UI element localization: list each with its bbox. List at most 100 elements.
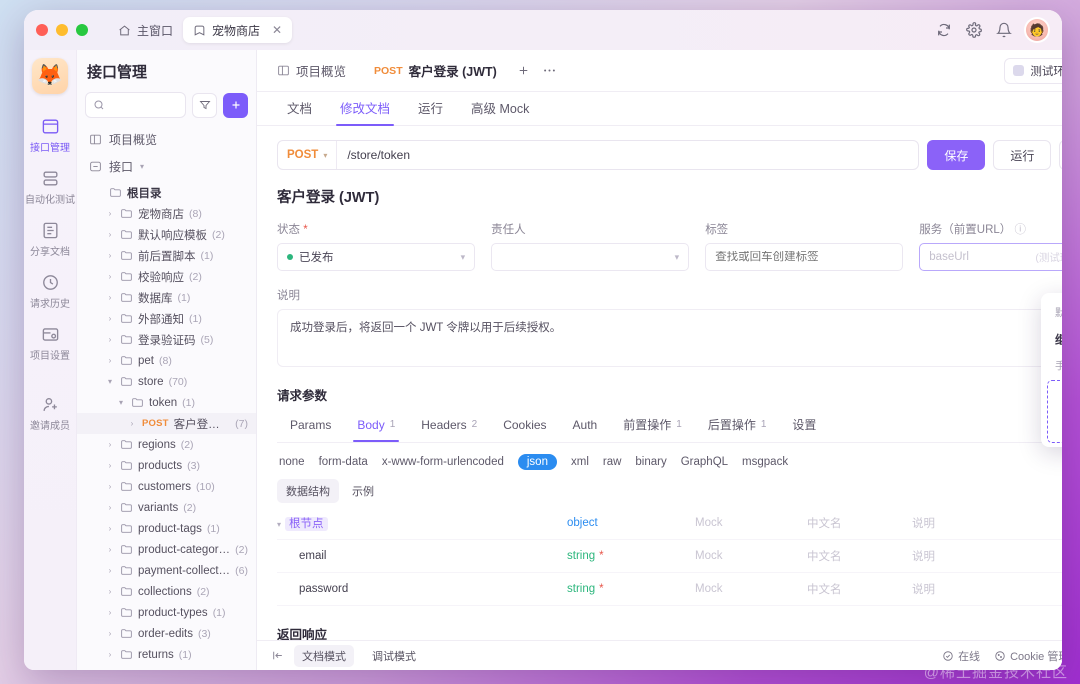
tree-node[interactable]: ›return-reasons(2) bbox=[77, 665, 256, 671]
gear-icon[interactable] bbox=[966, 22, 982, 38]
cookie-manager[interactable]: Cookie 管理 bbox=[994, 648, 1062, 664]
doc-tab-overview[interactable]: 项目概览 bbox=[263, 50, 360, 92]
sidebar-link-api[interactable]: 接口 ▾ bbox=[77, 153, 256, 180]
dropdown-item[interactable]: baseUrl（测试环境） bbox=[1048, 412, 1062, 440]
cell-description[interactable]: 说明 bbox=[912, 572, 1058, 606]
refresh-icon[interactable] bbox=[936, 22, 952, 38]
chevron-right-icon[interactable]: › bbox=[105, 629, 115, 638]
owner-select[interactable]: ▾ bbox=[491, 243, 690, 271]
cell-cn-name[interactable]: 中文名 bbox=[807, 539, 912, 573]
tree-node[interactable]: › collections (2) bbox=[77, 581, 256, 602]
delete-button[interactable]: 删除 bbox=[1059, 140, 1062, 170]
rail-item-history[interactable]: 请求历史 bbox=[24, 266, 76, 316]
chevron-down-icon[interactable]: ▾ bbox=[105, 377, 115, 386]
tree-node[interactable]: › 宠物商店 (8) bbox=[77, 203, 256, 224]
service-select[interactable]: baseUrl (测试环境) bbox=[919, 243, 1062, 271]
chevron-right-icon[interactable]: › bbox=[127, 419, 137, 428]
dropdown-item[interactable]: 默认服务http://127.0.0.1:8000（... bbox=[1048, 383, 1062, 412]
param-tab-设置[interactable]: 设置 bbox=[779, 410, 829, 442]
tree-node[interactable]: › 数据库 (1) bbox=[77, 287, 256, 308]
method-select[interactable]: POST ▾ bbox=[278, 141, 338, 169]
body-type-row[interactable]: none form-data x-www-form-urlencoded json xm… bbox=[277, 443, 1062, 479]
cell-actions[interactable]: ⊖⊕ bbox=[1057, 507, 1062, 540]
api-tree[interactable]: 根目录 › 宠物商店 (8) › 默认响应模板 (2) › 前后置脚本 (1) › 校验响应 (2) › 数… bbox=[77, 180, 256, 670]
tree-node[interactable]: ▾ token (1) bbox=[77, 392, 256, 413]
param-tab-body[interactable]: Body 1 bbox=[344, 412, 408, 442]
body-type-none[interactable]: none bbox=[279, 456, 305, 468]
param-tabs[interactable]: Params Body 1 Headers 2 Cookies Auth 前置操作 1 后置操作 1… bbox=[277, 410, 1062, 443]
run-button[interactable]: 运行 bbox=[993, 140, 1052, 170]
cell-description[interactable]: 说明 bbox=[912, 539, 1058, 573]
rail-item-project-settings[interactable]: 项目设置 bbox=[24, 318, 76, 368]
bell-icon[interactable] bbox=[996, 22, 1012, 38]
tree-node[interactable]: › POST 客户登录 (J... (7) bbox=[77, 413, 256, 434]
body-type-raw[interactable]: raw bbox=[603, 456, 622, 468]
chevron-right-icon[interactable]: › bbox=[105, 440, 115, 449]
table-row[interactable]: passwordstring*Mock中文名说明⊕⊖ bbox=[277, 572, 1062, 606]
help-icon[interactable]: ⓘ bbox=[1015, 224, 1027, 236]
rail-item-invite-member[interactable]: 邀请成员 bbox=[24, 388, 76, 438]
dropdown-item[interactable]: 继承父级跟随父级目录设置（推荐） bbox=[1041, 325, 1062, 354]
chevron-right-icon[interactable]: › bbox=[105, 356, 115, 365]
cell-actions[interactable]: ⊕⊖ bbox=[1057, 539, 1062, 573]
body-type-GraphQL[interactable]: GraphQL bbox=[681, 456, 728, 468]
chevron-right-icon[interactable]: › bbox=[105, 335, 115, 344]
chevron-right-icon[interactable]: › bbox=[105, 272, 115, 281]
mode-debug-button[interactable]: 调试模式 bbox=[364, 645, 424, 667]
chevron-right-icon[interactable]: › bbox=[105, 608, 115, 617]
param-tab-cookies[interactable]: Cookies bbox=[490, 412, 559, 441]
add-api-button[interactable] bbox=[223, 92, 248, 118]
tree-node[interactable]: › payment-collecti... (6) bbox=[77, 560, 256, 581]
chevron-down-icon[interactable]: ▾ bbox=[116, 398, 126, 407]
tree-node[interactable]: › pet (8) bbox=[77, 350, 256, 371]
body-type-xml[interactable]: xml bbox=[571, 456, 589, 468]
window-controls[interactable] bbox=[36, 24, 88, 36]
param-tab-auth[interactable]: Auth bbox=[560, 412, 611, 441]
view-mode-数据结构[interactable]: 数据结构 bbox=[277, 479, 339, 503]
new-tab-button[interactable] bbox=[511, 58, 537, 84]
tags-input-wrap[interactable] bbox=[705, 243, 904, 271]
tab-advanced-mock[interactable]: 高级 Mock bbox=[457, 98, 543, 125]
view-mode-示例[interactable]: 示例 bbox=[343, 479, 383, 503]
chevron-right-icon[interactable]: › bbox=[105, 587, 115, 596]
param-tab-前置操作[interactable]: 前置操作 1 bbox=[610, 410, 695, 442]
tree-node[interactable]: › product-types (1) bbox=[77, 602, 256, 623]
tree-node[interactable]: › customers (10) bbox=[77, 476, 256, 497]
cell-type[interactable]: string * bbox=[567, 539, 695, 573]
tree-node[interactable]: › 前后置脚本 (1) bbox=[77, 245, 256, 266]
description-text[interactable]: 成功登录后，将返回一个 JWT 令牌以用于后续授权。 bbox=[277, 309, 1062, 367]
chevron-right-icon[interactable]: › bbox=[105, 209, 115, 218]
close-icon[interactable]: ✕ bbox=[272, 23, 282, 37]
tree-node[interactable]: › product-categori... (2) bbox=[77, 539, 256, 560]
table-row[interactable]: ▾ 根节点 object Mock中文名说明⊖⊕ bbox=[277, 507, 1062, 540]
online-status[interactable]: 在线 bbox=[942, 648, 980, 664]
param-tab-params[interactable]: Params bbox=[277, 412, 344, 441]
chevron-right-icon[interactable]: › bbox=[105, 566, 115, 575]
avatar[interactable]: 🧑 bbox=[1026, 19, 1048, 41]
chevron-right-icon[interactable]: › bbox=[105, 293, 115, 302]
tree-node[interactable]: › 外部通知 (1) bbox=[77, 308, 256, 329]
rail-item-share-doc[interactable]: 分享文档 bbox=[24, 214, 76, 264]
tree-node[interactable]: › products (3) bbox=[77, 455, 256, 476]
document-scroll-area[interactable]: POST ▾ 保存 运行 删除 客户登录 (JWT) 状态 * bbox=[257, 126, 1062, 640]
filter-button[interactable] bbox=[192, 92, 217, 118]
chevron-right-icon[interactable]: › bbox=[105, 461, 115, 470]
body-type-binary[interactable]: binary bbox=[635, 456, 666, 468]
collapse-left-button[interactable] bbox=[271, 649, 284, 662]
window-tab-home[interactable]: 主窗口 bbox=[108, 17, 183, 43]
tree-node[interactable]: › order-edits (3) bbox=[77, 623, 256, 644]
table-row[interactable]: emailstring*Mock中文名说明⊕⊖ bbox=[277, 539, 1062, 573]
tree-node[interactable]: › variants (2) bbox=[77, 497, 256, 518]
url-input[interactable] bbox=[337, 148, 919, 162]
body-type-msgpack[interactable]: msgpack bbox=[742, 456, 788, 468]
search-box[interactable] bbox=[85, 92, 186, 118]
rail-item-api[interactable]: 接口管理 bbox=[24, 110, 76, 160]
tree-node[interactable]: › 默认响应模板 (2) bbox=[77, 224, 256, 245]
param-tab-后置操作[interactable]: 后置操作 1 bbox=[695, 410, 780, 442]
url-bar[interactable]: POST ▾ bbox=[277, 140, 920, 170]
cell-mock[interactable]: Mock bbox=[695, 507, 807, 540]
tab-edit-doc[interactable]: 修改文档 bbox=[326, 98, 404, 126]
body-type-x-www-form-urlencoded[interactable]: x-www-form-urlencoded bbox=[382, 456, 504, 468]
mode-doc-button[interactable]: 文档模式 bbox=[294, 644, 354, 667]
tab-run[interactable]: 运行 bbox=[404, 98, 457, 125]
